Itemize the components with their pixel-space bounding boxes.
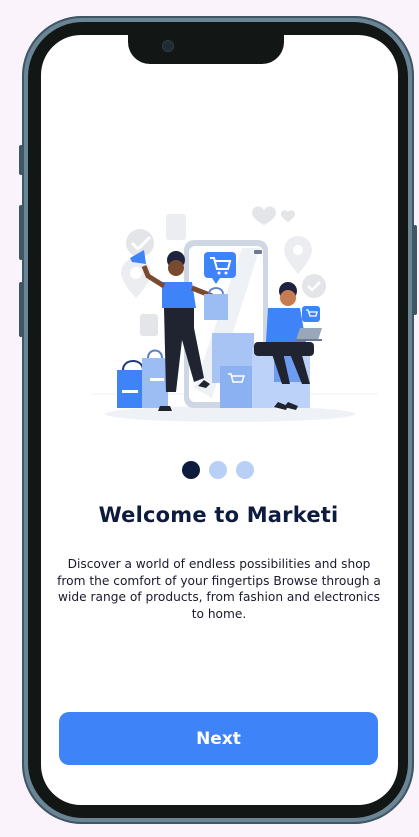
volume-down-button bbox=[19, 282, 23, 337]
mute-switch bbox=[19, 145, 23, 175]
power-button bbox=[413, 225, 417, 315]
notch bbox=[128, 34, 284, 64]
page-dot-2[interactable] bbox=[209, 461, 227, 479]
page-dot-1[interactable] bbox=[182, 461, 200, 479]
next-button[interactable]: Next bbox=[59, 712, 378, 765]
pagination-dots bbox=[182, 461, 254, 479]
camera-icon bbox=[162, 40, 174, 52]
shopping-illustration bbox=[92, 206, 378, 422]
page-description: Discover a world of endless possibilitie… bbox=[57, 557, 381, 621]
volume-up-button bbox=[19, 205, 23, 260]
page-dot-3[interactable] bbox=[236, 461, 254, 479]
page-title: Welcome to Marketi bbox=[98, 503, 339, 527]
